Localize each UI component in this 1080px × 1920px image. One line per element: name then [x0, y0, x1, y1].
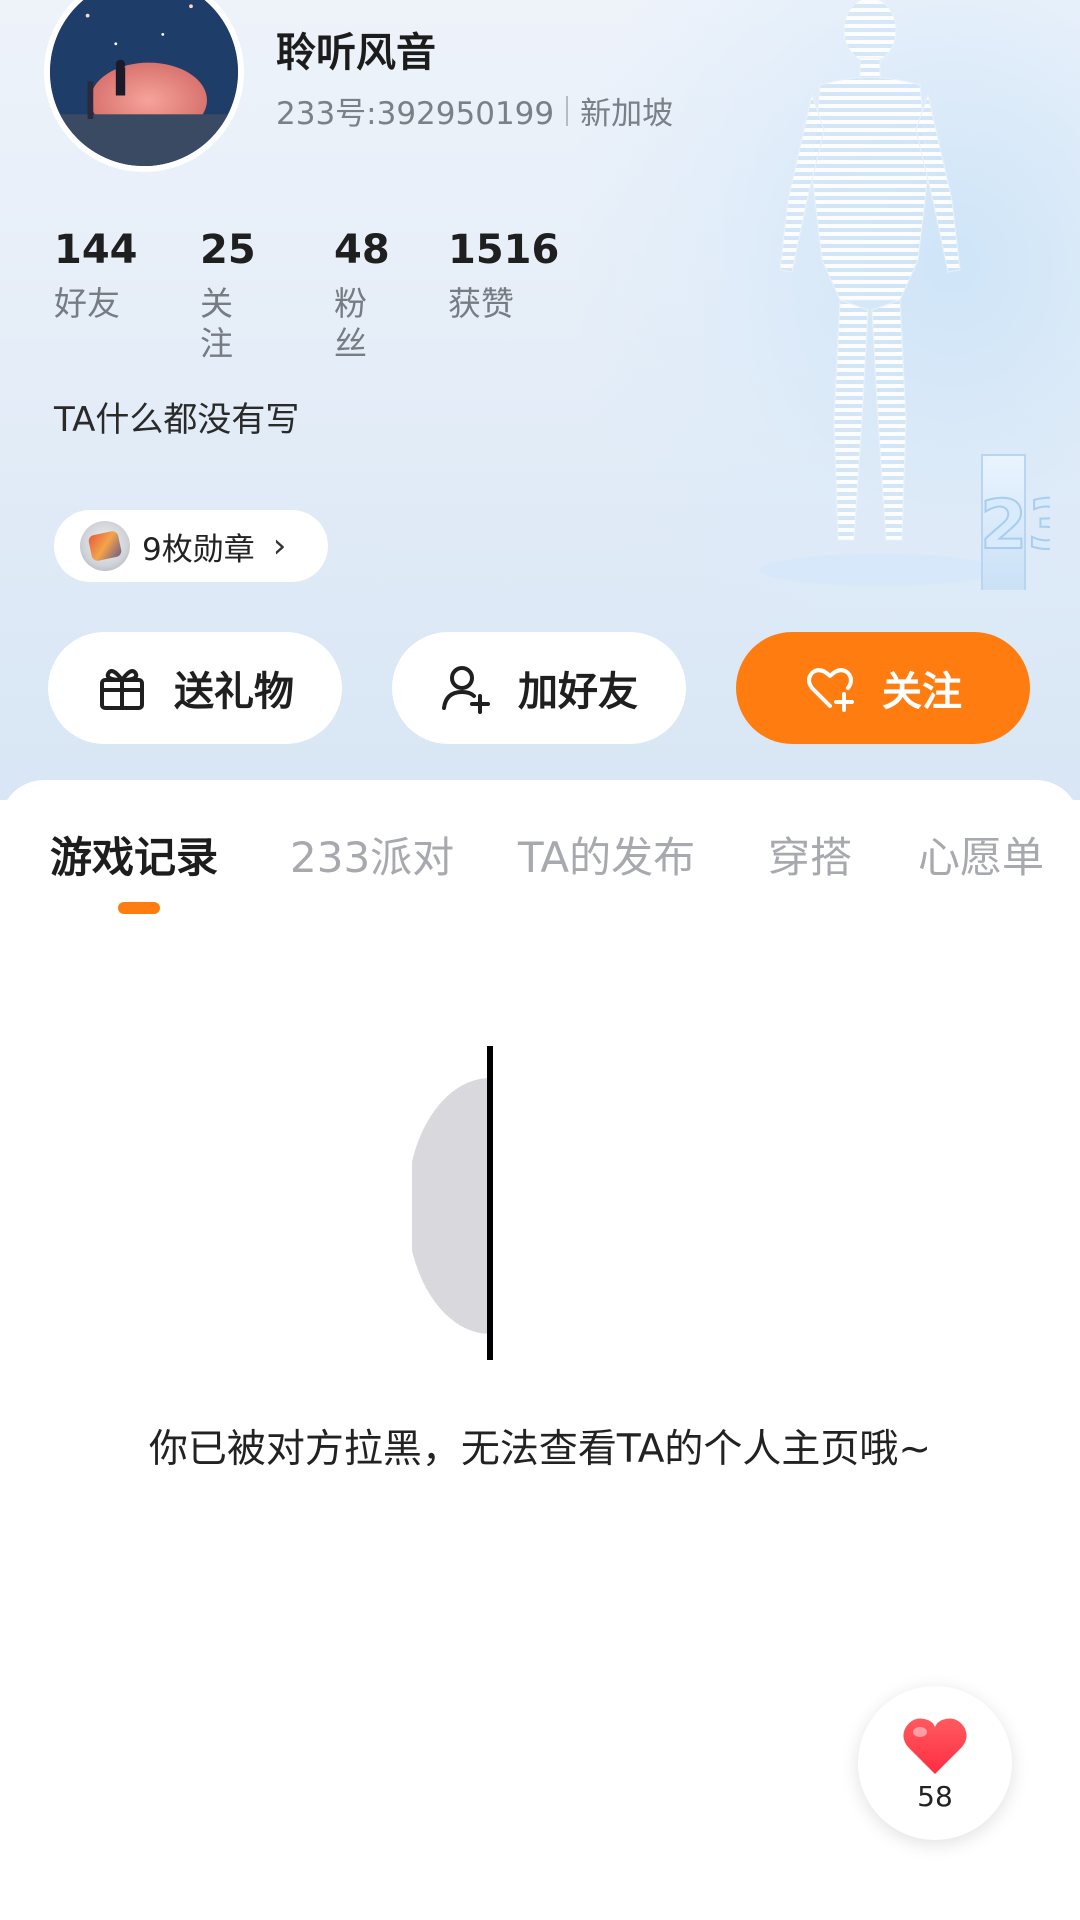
medal-icon [80, 521, 130, 571]
stat-value: 48 [334, 227, 390, 273]
heart-icon [903, 1718, 967, 1774]
empty-state-illustration [412, 1046, 493, 1360]
send-gift-button[interactable]: 送礼物 [48, 632, 342, 744]
follow-label: 关注 [882, 669, 962, 715]
medals-button[interactable]: 9枚勋章 › [54, 510, 328, 582]
stat-value: 144 [54, 227, 138, 273]
stat-friends[interactable]: 144 好友 [54, 228, 138, 324]
follow-button[interactable]: 关注 [736, 632, 1030, 744]
add-friend-button[interactable]: 加好友 [392, 632, 686, 744]
location: 新加坡 [580, 96, 674, 132]
stat-likes[interactable]: 1516 获赞 [448, 228, 559, 324]
add-user-icon [440, 662, 492, 714]
avatar[interactable] [44, 0, 244, 172]
divider [566, 95, 569, 126]
blocked-message: 你已被对方拉黑，无法查看TA的个人主页哦~ [148, 1427, 932, 1472]
like-count: 58 [917, 1779, 953, 1813]
tab-bar: 游戏记录 233派对 TA的发布 穿搭 心愿单 [0, 824, 1080, 904]
tab-wishlist[interactable]: 心愿单 [918, 824, 1044, 885]
like-button[interactable]: 58 [858, 1686, 1012, 1840]
stat-label: 好友 [54, 284, 120, 323]
svg-text:233: 233 [980, 486, 1050, 565]
id-line: 233号:392950199 新加坡 [276, 88, 673, 133]
medals-label: 9枚勋章 [142, 531, 255, 568]
profile-header: 聆听风音 233号:392950199 新加坡 144 好友 25 关注 48 … [0, 0, 1080, 800]
stat-label: 获赞 [448, 284, 514, 323]
tab-outfits[interactable]: 穿搭 [768, 824, 852, 885]
tab-posts[interactable]: TA的发布 [518, 824, 695, 885]
tab-indicator [118, 902, 160, 914]
stat-following[interactable]: 25 关注 [200, 228, 256, 364]
stat-label: 粉丝 [334, 284, 367, 363]
avatar-hologram[interactable]: 233 [750, 0, 1050, 590]
bio: TA什么都没有写 [54, 400, 300, 440]
stat-value: 25 [200, 227, 256, 273]
nickname: 聆听风音 [276, 30, 436, 76]
stat-label: 关注 [200, 284, 233, 363]
add-friend-label: 加好友 [518, 669, 638, 715]
chevron-right-icon: › [272, 526, 287, 566]
stat-fans[interactable]: 48 粉丝 [334, 228, 390, 364]
user-id: 233号:392950199 [276, 96, 555, 132]
heart-plus-icon [804, 662, 856, 714]
send-gift-label: 送礼物 [174, 669, 294, 715]
avatar-illustration [50, 0, 238, 166]
tab-party[interactable]: 233派对 [290, 824, 454, 885]
stat-value: 1516 [448, 227, 560, 273]
tab-game-records[interactable]: 游戏记录 [50, 824, 218, 885]
gift-icon [96, 662, 148, 714]
